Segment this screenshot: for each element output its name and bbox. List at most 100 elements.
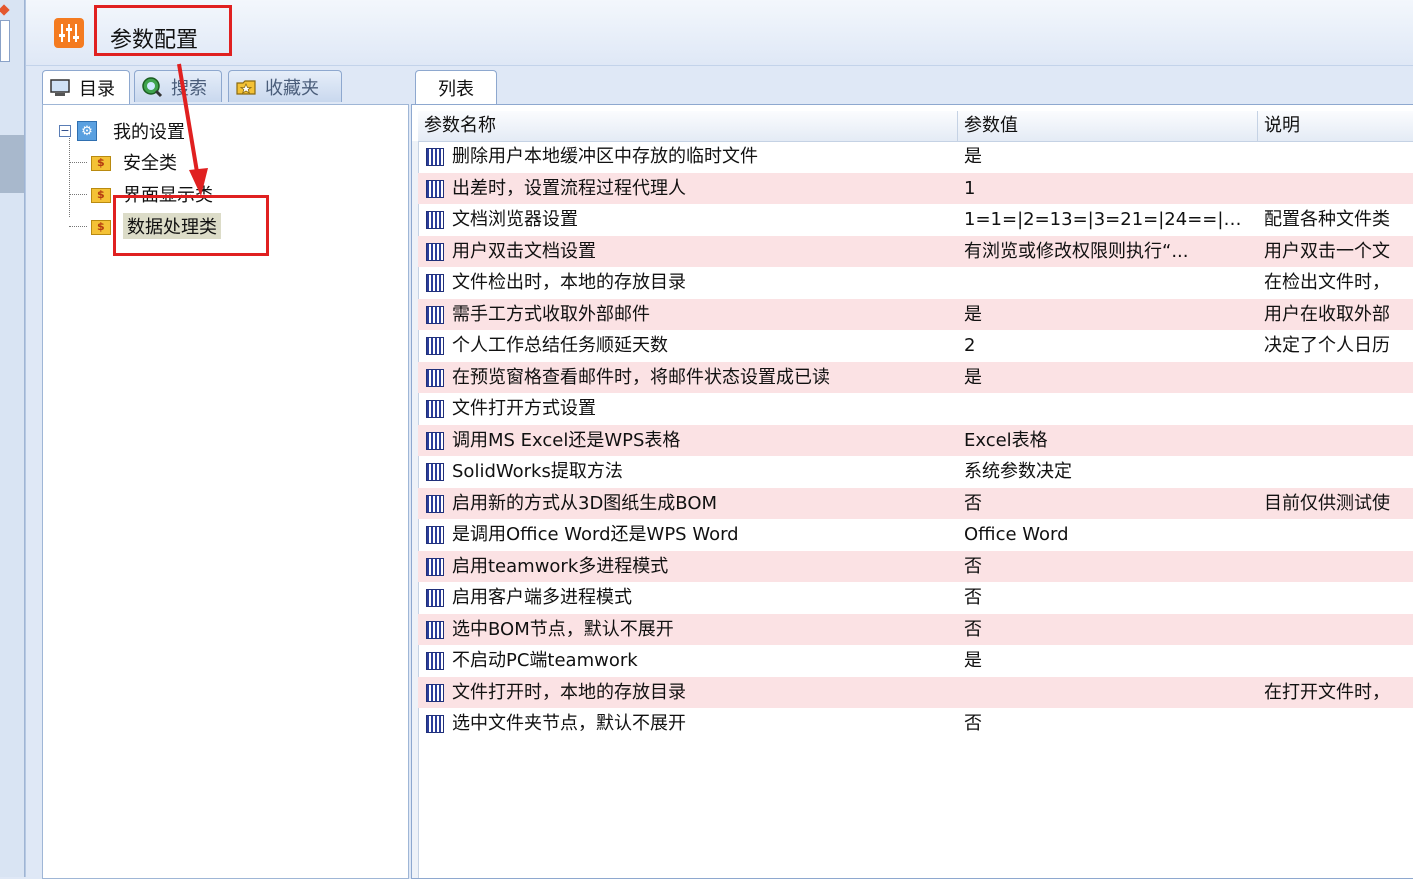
title-highlight-box xyxy=(94,5,232,56)
table-row[interactable]: 启用teamwork多进程模式 否 xyxy=(418,550,1413,582)
parameter-name-cell: 文件检出时，本地的存放目录 xyxy=(452,272,686,293)
parameter-description-cell: 用户双击一个文 xyxy=(1264,240,1390,262)
parameter-name-cell: 不启动PC端teamwork xyxy=(452,650,638,671)
parameter-icon xyxy=(426,400,444,418)
parameter-value-cell: 否 xyxy=(964,492,982,514)
parameter-icon xyxy=(426,179,444,198)
parameter-name-cell: 文件打开时，本地的存放目录 xyxy=(452,681,686,703)
table-row[interactable]: 个人工作总结任务顺延天数 2 决定了个人日历 xyxy=(418,330,1413,362)
parameter-value-cell: 否 xyxy=(964,555,982,577)
parameter-name-cell: 个人工作总结任务顺延天数 xyxy=(452,335,668,356)
parameter-icon xyxy=(426,337,444,355)
column-header-value[interactable]: 参数值 xyxy=(958,111,1258,141)
tab-directory[interactable]: 目录 xyxy=(42,70,130,104)
parameter-value-cell: Office Word xyxy=(964,524,1069,545)
grid-header: 参数名称 参数值 说明 xyxy=(418,111,1413,142)
parameter-name-cell: 调用MS Excel还是WPS表格 xyxy=(452,429,681,451)
parameter-icon xyxy=(426,274,444,292)
table-row[interactable]: 需手工方式收取外部邮件 是 用户在收取外部 xyxy=(418,298,1413,330)
parameter-icon xyxy=(426,652,444,670)
tree-node-security[interactable]: $ 安全类 xyxy=(91,148,177,176)
parameter-value-cell: 1=1=|2=13=|3=21=|24==|5... xyxy=(964,209,1244,230)
column-header-description[interactable]: 说明 xyxy=(1258,111,1413,141)
tree-node-root[interactable]: − ⚙ 我的设置 xyxy=(59,117,185,145)
parameter-name-cell: SolidWorks提取方法 xyxy=(452,461,623,482)
parameter-name-cell: 用户双击文档设置 xyxy=(452,240,596,262)
parameter-icon xyxy=(426,620,444,639)
tab-favorites[interactable]: 收藏夹 xyxy=(228,70,342,102)
parameter-description-cell: 决定了个人日历 xyxy=(1264,335,1390,356)
tab-search-label: 搜索 xyxy=(171,77,207,99)
tree-connector xyxy=(69,226,87,227)
table-row[interactable]: 启用客户端多进程模式 否 xyxy=(418,582,1413,614)
list-panel: 列表 参数名称 参数值 说明 删除用户本地缓冲区中存放的临时文件是出差时，设置流… xyxy=(411,70,1413,879)
parameter-name-cell: 启用teamwork多进程模式 xyxy=(452,555,669,577)
table-row[interactable]: 用户双击文档设置 有浏览或修改权限则执行“... 用户双击一个文 xyxy=(418,235,1413,267)
table-row[interactable]: 删除用户本地缓冲区中存放的临时文件 是 xyxy=(418,141,1413,173)
table-row[interactable]: SolidWorks提取方法 系统参数决定 xyxy=(418,456,1413,488)
column-header-name[interactable]: 参数名称 xyxy=(418,111,958,141)
table-row[interactable]: 文档浏览器设置 1=1=|2=13=|3=21=|24==|5... 配置各种文件类 xyxy=(418,204,1413,236)
magnifier-globe-icon xyxy=(141,76,163,98)
parameter-name-cell: 是调用Office Word还是WPS Word xyxy=(452,524,739,545)
table-row[interactable]: 是调用Office Word还是WPS Word Office Word xyxy=(418,519,1413,551)
parameter-name-cell: 启用新的方式从3D图纸生成BOM xyxy=(452,492,718,514)
parameter-value-cell: 有浏览或修改权限则执行“... xyxy=(964,240,1189,262)
parameter-value-cell: 是 xyxy=(964,650,982,671)
folder-icon: $ xyxy=(91,217,113,235)
parameter-icon xyxy=(426,431,444,450)
parameter-value-cell: 否 xyxy=(964,618,982,640)
tree-connector xyxy=(69,194,87,195)
parameter-value-cell: Excel表格 xyxy=(964,429,1048,451)
table-row[interactable]: 文件打开方式设置 xyxy=(418,393,1413,425)
tab-search[interactable]: 搜索 xyxy=(134,70,222,102)
parameter-icon xyxy=(426,242,444,261)
table-row[interactable]: 不启动PC端teamwork 是 xyxy=(418,645,1413,677)
table-row[interactable]: 选中文件夹节点，默认不展开 否 xyxy=(418,708,1413,740)
strip-selected-item[interactable] xyxy=(0,135,24,193)
parameter-icon xyxy=(426,589,444,607)
tree-connector xyxy=(69,133,70,217)
table-row[interactable]: 选中BOM节点，默认不展开 否 xyxy=(418,613,1413,645)
parameter-value-cell: 否 xyxy=(964,713,982,734)
parameter-icon xyxy=(426,368,444,387)
favorites-folder-icon xyxy=(235,76,257,98)
table-row[interactable]: 在预览窗格查看邮件时，将邮件状态设置成已读 是 xyxy=(418,361,1413,393)
parameter-name-cell: 启用客户端多进程模式 xyxy=(452,587,632,608)
monitor-icon xyxy=(49,77,71,99)
table-row[interactable]: 调用MS Excel还是WPS表格 Excel表格 xyxy=(418,424,1413,456)
table-row[interactable]: 出差时，设置流程过程代理人 1 xyxy=(418,172,1413,204)
parameter-icon xyxy=(426,463,444,481)
table-row[interactable]: 文件打开时，本地的存放目录 在打开文件时， xyxy=(418,676,1413,708)
parameter-icon xyxy=(426,557,444,576)
table-row[interactable]: 文件检出时，本地的存放目录 在检出文件时， xyxy=(418,267,1413,299)
table-row[interactable]: 启用新的方式从3D图纸生成BOM 否 目前仅供测试使 xyxy=(418,487,1413,519)
parameter-icon xyxy=(426,211,444,229)
parameter-description-cell: 在打开文件时， xyxy=(1264,681,1390,703)
parameter-value-cell: 是 xyxy=(964,366,982,388)
parameter-value-cell: 1 xyxy=(964,177,976,199)
parameter-icon xyxy=(426,148,444,166)
selection-highlight-box xyxy=(113,195,269,256)
parameter-icon xyxy=(426,715,444,733)
settings-sliders-icon xyxy=(54,18,84,48)
parameter-value-cell: 否 xyxy=(964,587,982,608)
parameter-value-cell: 系统参数决定 xyxy=(964,461,1072,482)
collapse-icon[interactable]: − xyxy=(59,125,71,137)
parameter-icon xyxy=(426,494,444,513)
parameter-name-cell: 需手工方式收取外部邮件 xyxy=(452,303,650,325)
parameter-name-cell: 选中文件夹节点，默认不展开 xyxy=(452,713,686,734)
tree-node-label: 安全类 xyxy=(123,153,177,174)
parameter-description-cell: 在检出文件时， xyxy=(1264,272,1390,293)
parameter-value-cell: 是 xyxy=(964,146,982,167)
parameter-description-cell: 配置各种文件类 xyxy=(1264,209,1390,230)
parameter-name-cell: 在预览窗格查看邮件时，将邮件状态设置成已读 xyxy=(452,366,830,388)
tab-list[interactable]: 列表 xyxy=(415,70,497,105)
parameter-name-cell: 文档浏览器设置 xyxy=(452,209,578,230)
parameter-name-cell: 选中BOM节点，默认不展开 xyxy=(452,618,674,640)
parameter-name-cell: 出差时，设置流程过程代理人 xyxy=(452,177,686,199)
parameter-name-cell: 文件打开方式设置 xyxy=(452,398,596,419)
folder-icon: $ xyxy=(91,153,113,171)
settings-gear-icon: ⚙ xyxy=(77,121,97,141)
folder-icon: $ xyxy=(91,185,113,203)
